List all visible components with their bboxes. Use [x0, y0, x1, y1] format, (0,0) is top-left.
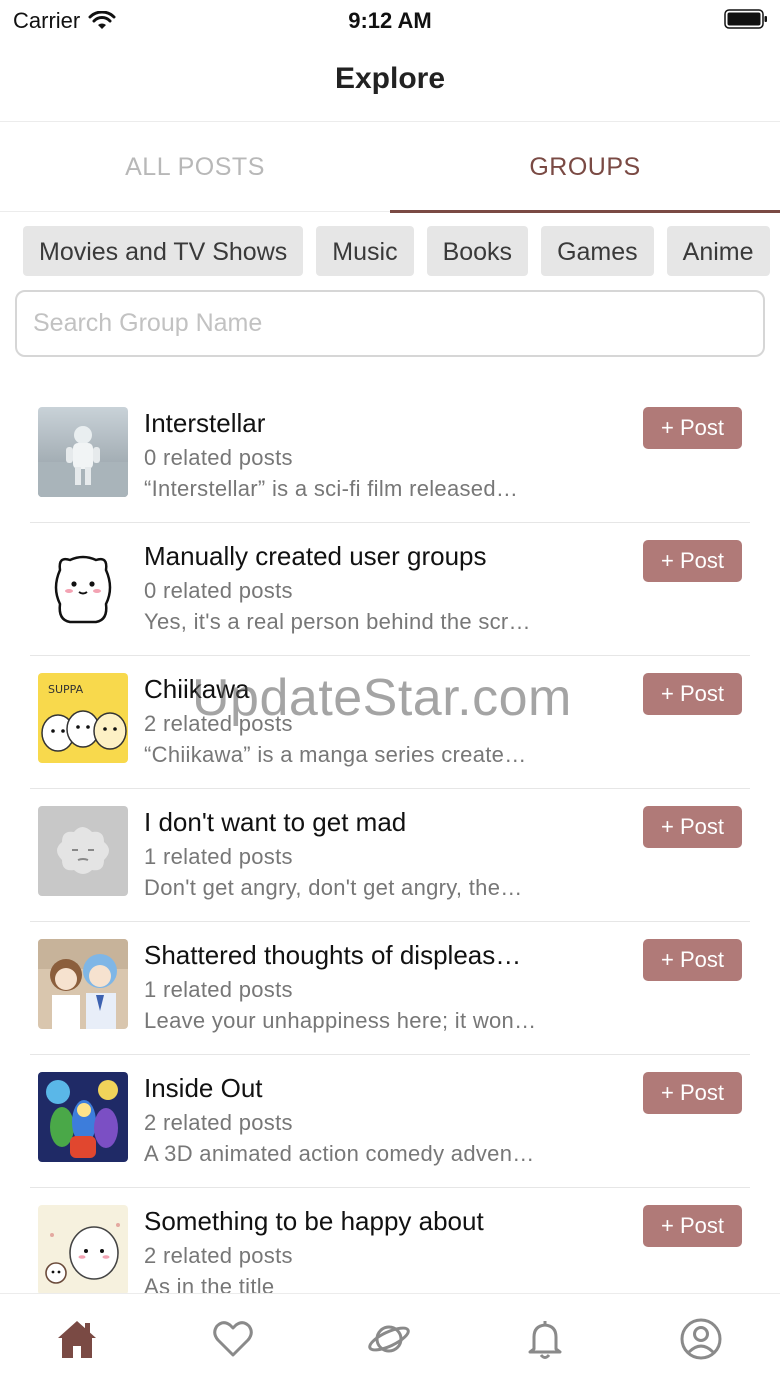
tabbar-notifications[interactable] — [520, 1314, 570, 1364]
group-title: Manually created user groups — [144, 541, 487, 571]
group-title: I don't want to get mad — [144, 807, 407, 837]
group-row-chiikawa[interactable]: SUPPA Chiikawa 2 related posts “Chiikawa… — [30, 656, 750, 789]
group-description: As in the title — [144, 1274, 275, 1293]
planet-icon — [368, 1325, 410, 1353]
group-post-count: 2 related posts — [144, 1110, 293, 1135]
chiikawa-image: SUPPA — [38, 673, 128, 763]
add-post-button[interactable]: + Post — [643, 1072, 742, 1114]
group-description: A 3D animated action comedy adven… — [144, 1141, 535, 1166]
group-title: Shattered thoughts of displeas… — [144, 940, 522, 970]
battery-icon — [724, 9, 767, 29]
add-post-button[interactable]: + Post — [643, 939, 742, 981]
heart-icon — [213, 1321, 253, 1357]
chip-anime[interactable]: Anime — [666, 226, 770, 276]
svg-text:SUPPA: SUPPA — [48, 683, 84, 696]
group-title: Inside Out — [144, 1073, 263, 1103]
bottom-tab-bar — [0, 1293, 780, 1387]
group-description: “Chiikawa” is a manga series create… — [144, 742, 527, 767]
segment-tabs: ALL POSTS GROUPS — [0, 122, 780, 213]
chip-movies-tv[interactable]: Movies and TV Shows — [23, 226, 304, 276]
grey-cloud-image — [38, 806, 128, 896]
add-post-button[interactable]: + Post — [643, 806, 742, 848]
group-list: Interstellar 0 related posts “Interstell… — [30, 390, 750, 1293]
add-post-button[interactable]: + Post — [643, 673, 742, 715]
group-post-count: 2 related posts — [144, 711, 293, 736]
tabbar-profile[interactable] — [676, 1314, 726, 1364]
profile-icon — [680, 1318, 722, 1360]
group-post-count: 1 related posts — [144, 844, 293, 869]
white-bear-image — [38, 540, 128, 630]
astronaut-image — [38, 407, 128, 497]
chip-books[interactable]: Books — [426, 226, 529, 276]
group-row-interstellar[interactable]: Interstellar 0 related posts “Interstell… — [30, 390, 750, 523]
group-title: Chiikawa — [144, 674, 250, 704]
tab-all-posts[interactable]: ALL POSTS — [0, 122, 390, 212]
group-row-shattered-thoughts[interactable]: Shattered thoughts of displeas… 1 relate… — [30, 922, 750, 1055]
tabbar-explore[interactable] — [364, 1314, 414, 1364]
group-title: Interstellar — [144, 408, 266, 438]
tab-groups[interactable]: GROUPS — [390, 122, 780, 213]
chip-games[interactable]: Games — [541, 226, 654, 276]
chip-music[interactable]: Music — [316, 226, 414, 276]
group-row-dont-get-mad[interactable]: I don't want to get mad 1 related posts … — [30, 789, 750, 922]
happy-bear-image — [38, 1205, 128, 1293]
group-post-count: 2 related posts — [144, 1243, 293, 1268]
status-time: 9:12 AM — [348, 8, 432, 33]
anime-girls-image — [38, 939, 128, 1029]
group-post-count: 0 related posts — [144, 578, 293, 603]
nav-header: Explore — [0, 40, 780, 122]
group-description: Yes, it's a real person behind the scr… — [144, 609, 531, 634]
search-box — [15, 290, 765, 357]
tabbar-favorites[interactable] — [208, 1314, 258, 1364]
page-title: Explore — [334, 62, 446, 95]
group-description: “Interstellar” is a sci-fi film released… — [144, 476, 519, 501]
group-row-something-happy[interactable]: Something to be happy about 2 related po… — [30, 1188, 750, 1293]
search-input[interactable] — [17, 292, 763, 355]
group-description: Leave your unhappiness here; it won… — [144, 1008, 537, 1033]
group-row-inside-out[interactable]: Inside Out 2 related posts A 3D animated… — [30, 1055, 750, 1188]
add-post-button[interactable]: + Post — [643, 407, 742, 449]
category-chips: Movies and TV Shows Music Books Games Anime — [23, 226, 780, 276]
group-description: Don't get angry, don't get angry, the… — [144, 875, 523, 900]
group-row-manual-groups[interactable]: Manually created user groups 0 related p… — [30, 523, 750, 656]
group-post-count: 0 related posts — [144, 445, 293, 470]
inside-out-image — [38, 1072, 128, 1162]
home-icon — [58, 1321, 96, 1358]
add-post-button[interactable]: + Post — [643, 540, 742, 582]
group-title: Something to be happy about — [144, 1206, 484, 1236]
status-bar: Carrier 9:12 AM — [0, 0, 780, 40]
tabbar-home[interactable] — [52, 1314, 102, 1364]
add-post-button[interactable]: + Post — [643, 1205, 742, 1247]
bell-icon — [528, 1321, 562, 1359]
group-post-count: 1 related posts — [144, 977, 293, 1002]
